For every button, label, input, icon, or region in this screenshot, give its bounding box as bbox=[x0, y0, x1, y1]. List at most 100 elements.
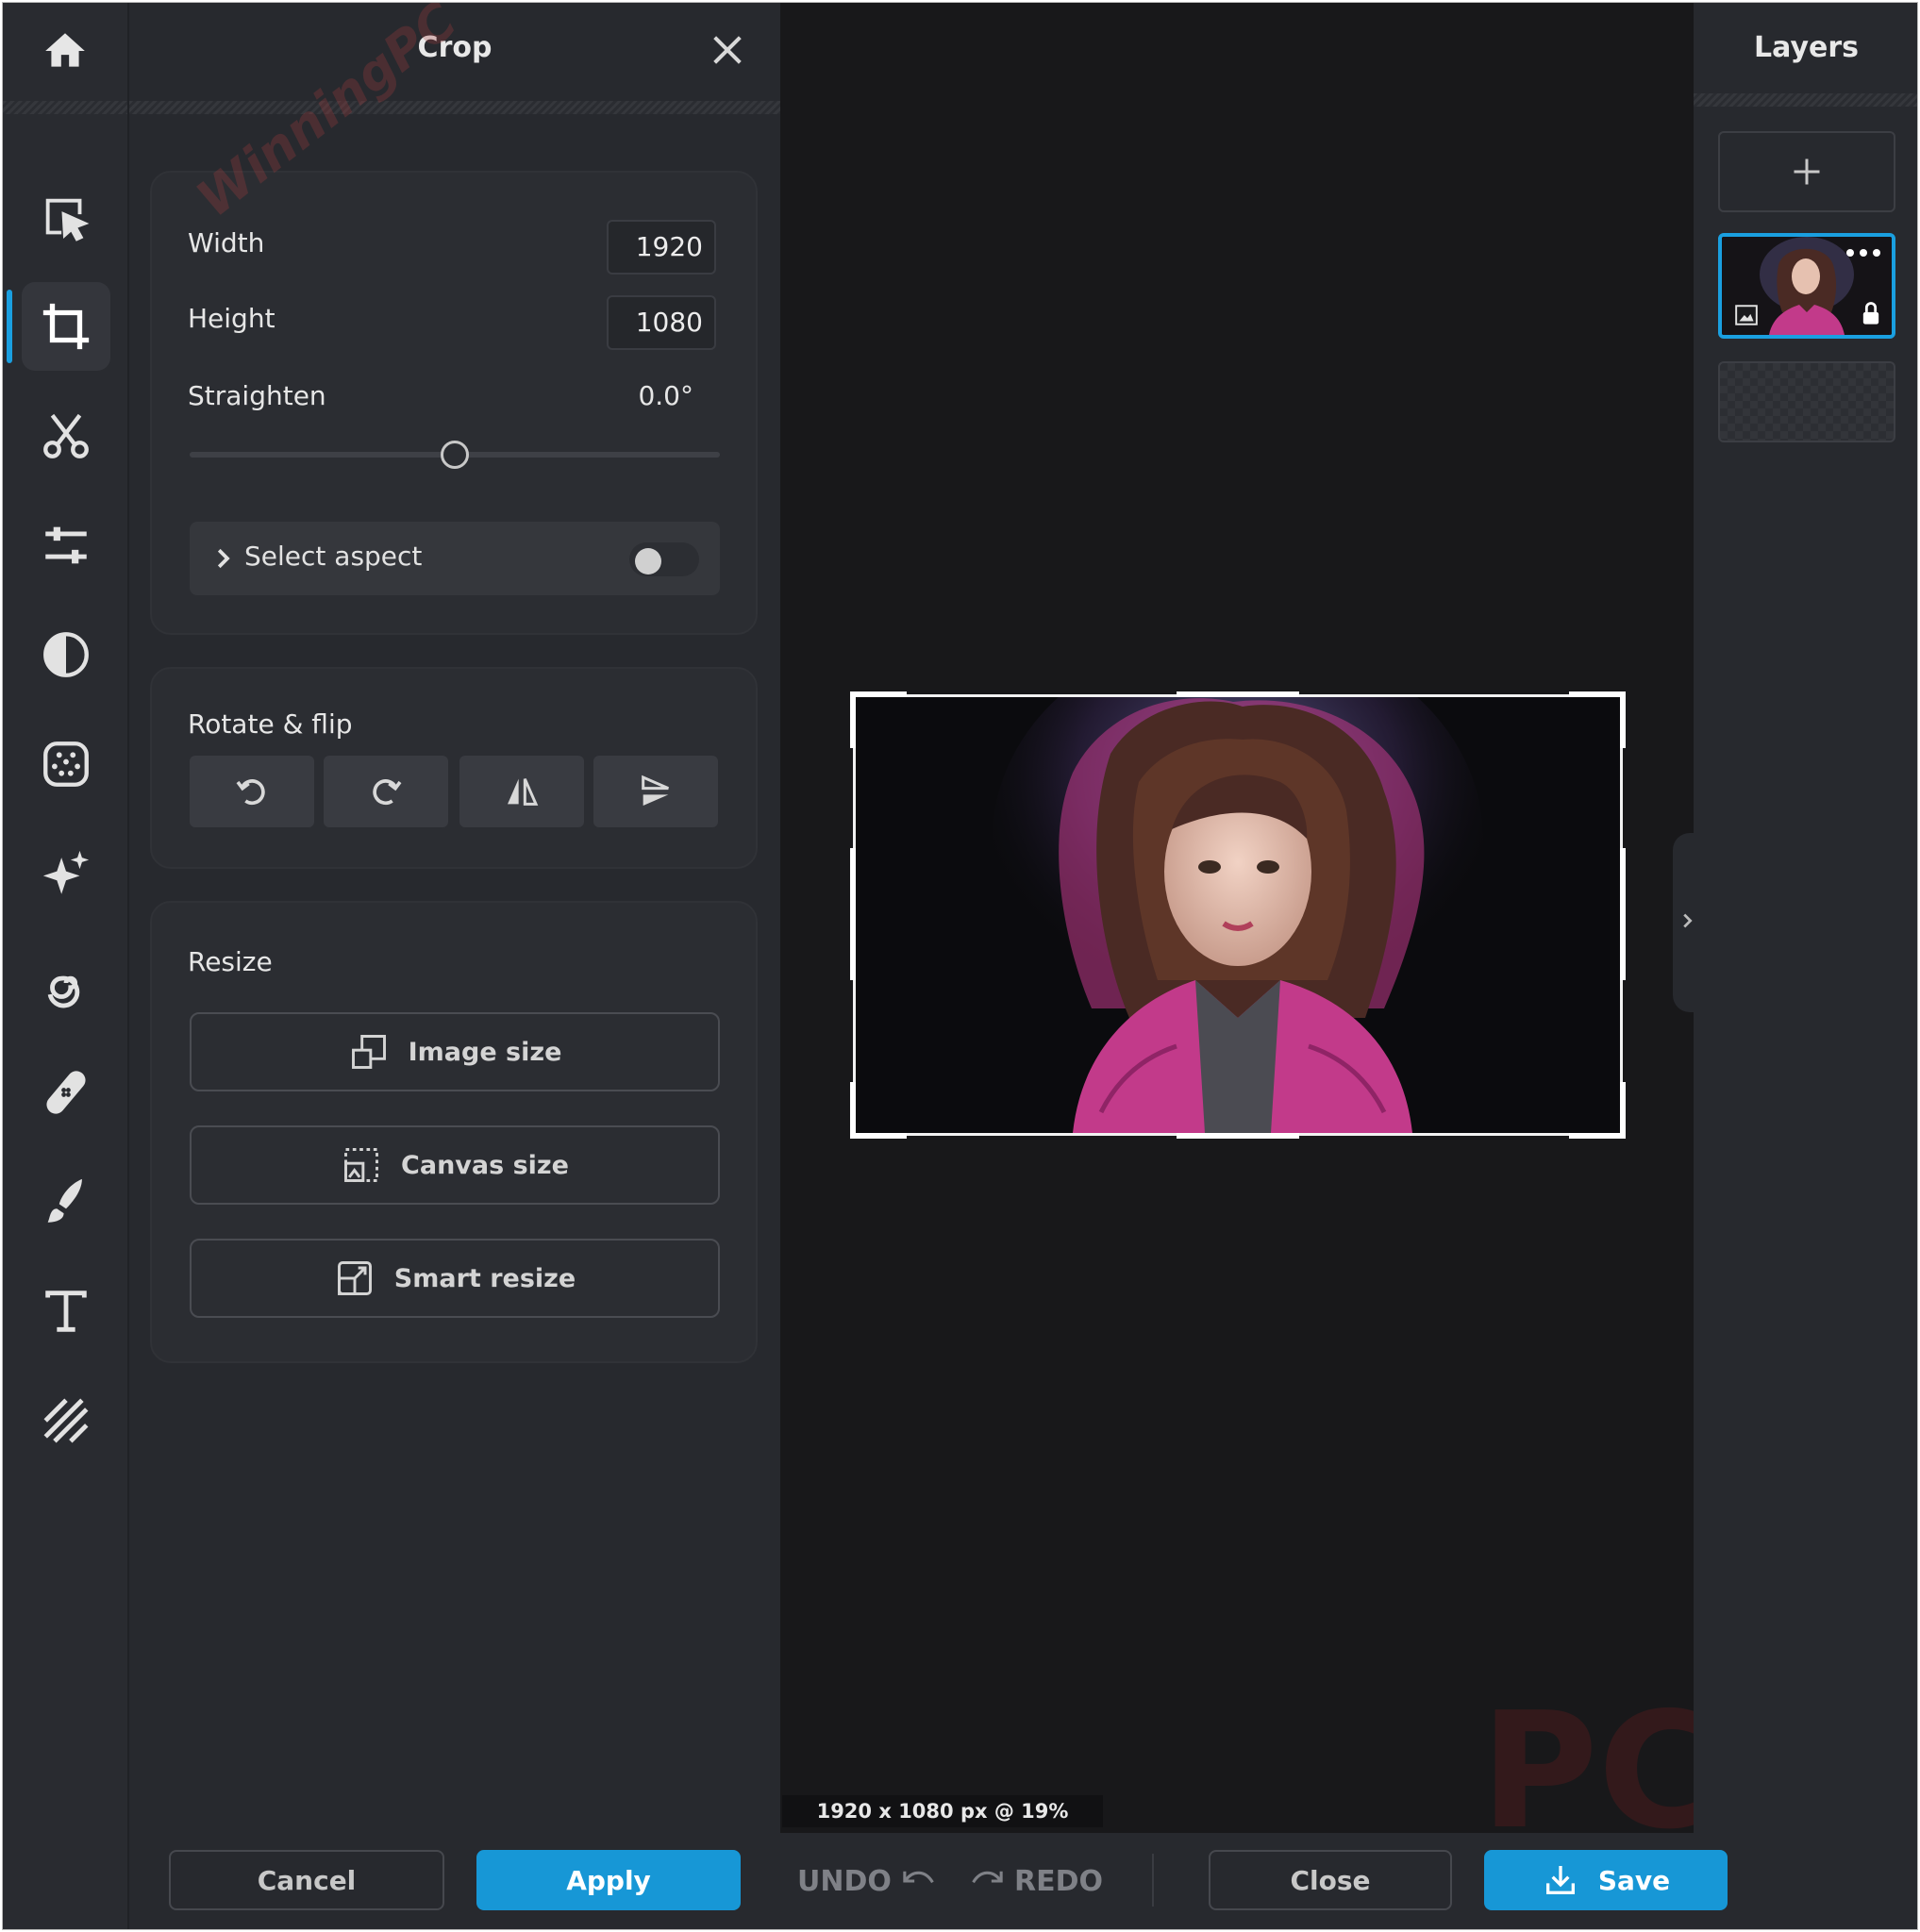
crop-handle-right[interactable] bbox=[1620, 848, 1626, 980]
filter-icon bbox=[43, 632, 89, 677]
canvas-size-readout: 1920 x 1080 px @ 19% bbox=[782, 1795, 1103, 1827]
canvas-area: 1920 x 1080 px @ 19% PC bbox=[780, 3, 1715, 1852]
tool-cutout[interactable] bbox=[22, 391, 110, 480]
crop-frame[interactable] bbox=[850, 691, 1626, 1139]
canvas-size-button[interactable]: Canvas size bbox=[190, 1125, 720, 1205]
layers-panel: Layers bbox=[1694, 3, 1917, 1929]
crop-handle-bottom-left[interactable] bbox=[850, 1133, 907, 1139]
tool-texture[interactable] bbox=[22, 1376, 110, 1465]
crop-panel-header: Crop bbox=[129, 3, 780, 99]
straighten-label: Straighten bbox=[188, 380, 326, 411]
crop-handle-bottom[interactable] bbox=[1177, 1133, 1299, 1139]
redo-button[interactable]: REDO bbox=[971, 1857, 1103, 1905]
image-size-icon bbox=[351, 1035, 386, 1069]
rotate-flip-card: Rotate & flip bbox=[150, 667, 758, 869]
crop-handle-left[interactable] bbox=[850, 848, 856, 980]
layers-divider bbox=[1694, 93, 1917, 107]
cancel-button[interactable]: Cancel bbox=[169, 1850, 444, 1910]
save-label: Save bbox=[1597, 1864, 1671, 1896]
effects-icon bbox=[43, 741, 89, 787]
footer-divider bbox=[1152, 1854, 1154, 1907]
straighten-value: 0.0° bbox=[638, 380, 693, 411]
download-icon bbox=[1545, 1866, 1575, 1894]
rail-divider bbox=[3, 101, 127, 114]
image-size-label: Image size bbox=[408, 1037, 562, 1067]
flip-vertical-button[interactable] bbox=[593, 756, 718, 827]
tool-effects[interactable] bbox=[22, 720, 110, 808]
chevron-right-icon bbox=[217, 548, 230, 569]
watermark-corner: PC bbox=[1480, 1678, 1716, 1865]
liquify-icon bbox=[47, 975, 80, 1008]
adjust-icon bbox=[45, 526, 87, 564]
text-icon bbox=[45, 1291, 87, 1332]
plus-icon bbox=[1794, 158, 1820, 185]
crop-icon bbox=[42, 303, 90, 350]
aspect-toggle-knob bbox=[635, 548, 661, 575]
aspect-toggle[interactable] bbox=[629, 542, 699, 576]
height-label: Height bbox=[188, 303, 275, 334]
image-layer-icon bbox=[1735, 305, 1758, 325]
photo-editor-window: Crop Width 1920 Height 1080 Straighten 0… bbox=[2, 2, 1918, 1930]
crop-handle-top-left[interactable] bbox=[850, 691, 907, 697]
retouch-icon bbox=[46, 1071, 86, 1114]
flip-horizontal-button[interactable] bbox=[459, 756, 584, 827]
smart-resize-label: Smart resize bbox=[393, 1263, 576, 1293]
tool-arrange[interactable] bbox=[22, 175, 110, 263]
layer-item-image[interactable] bbox=[1718, 233, 1895, 339]
crop-panel-title: Crop bbox=[417, 31, 493, 64]
smart-resize-button[interactable]: Smart resize bbox=[190, 1239, 720, 1318]
tool-text[interactable] bbox=[22, 1267, 110, 1356]
straighten-slider-thumb[interactable] bbox=[441, 441, 469, 469]
undo-label: UNDO bbox=[797, 1864, 892, 1898]
undo-icon bbox=[903, 1871, 934, 1884]
crop-handle-top[interactable] bbox=[1177, 691, 1299, 697]
draw-icon bbox=[47, 1178, 82, 1223]
panel-divider bbox=[129, 101, 780, 114]
rotate-right-button[interactable] bbox=[324, 756, 448, 827]
image-size-button[interactable]: Image size bbox=[190, 1012, 720, 1091]
height-input[interactable]: 1080 bbox=[607, 295, 716, 350]
crop-panel: Crop Width 1920 Height 1080 Straighten 0… bbox=[129, 3, 780, 1929]
cutout-icon bbox=[43, 413, 89, 458]
apply-button[interactable]: Apply bbox=[476, 1850, 741, 1910]
layers-title: Layers bbox=[1754, 31, 1859, 64]
tool-ai-tools[interactable] bbox=[22, 829, 110, 918]
tool-rail bbox=[3, 3, 129, 1929]
redo-label: REDO bbox=[1014, 1864, 1103, 1898]
smart-resize-icon bbox=[337, 1261, 372, 1295]
close-icon[interactable] bbox=[709, 31, 746, 69]
tool-crop[interactable] bbox=[7, 282, 110, 371]
resize-card: Resize Image size Canvas size Smart resi… bbox=[150, 901, 758, 1363]
tool-filter[interactable] bbox=[22, 610, 110, 699]
tool-liquify[interactable] bbox=[22, 939, 110, 1027]
tool-draw[interactable] bbox=[22, 1158, 110, 1246]
select-aspect-row[interactable]: Select aspect bbox=[190, 522, 720, 595]
rotate-right-icon bbox=[373, 779, 402, 806]
tool-retouch[interactable] bbox=[22, 1048, 110, 1137]
home-button[interactable] bbox=[3, 3, 127, 99]
width-label: Width bbox=[188, 227, 265, 258]
crop-handle-top-right-v[interactable] bbox=[1620, 691, 1626, 748]
crop-handle-bottom-right[interactable] bbox=[1569, 1133, 1626, 1139]
close-button[interactable]: Close bbox=[1209, 1850, 1452, 1910]
add-layer-button[interactable] bbox=[1718, 131, 1895, 212]
more-options-icon[interactable] bbox=[1845, 246, 1882, 259]
redo-icon bbox=[972, 1871, 1003, 1884]
rotate-flip-title: Rotate & flip bbox=[188, 708, 353, 740]
tool-adjust[interactable] bbox=[22, 501, 110, 590]
canvas-size-label: Canvas size bbox=[401, 1150, 569, 1180]
texture-icon bbox=[43, 1398, 89, 1443]
select-aspect-label: Select aspect bbox=[244, 541, 423, 572]
rotate-left-icon bbox=[236, 779, 265, 806]
save-button[interactable]: Save bbox=[1484, 1850, 1728, 1910]
lock-icon[interactable] bbox=[1858, 299, 1884, 327]
crop-handle-bottom-left-v[interactable] bbox=[850, 1082, 856, 1139]
canvas-size-icon bbox=[344, 1148, 379, 1182]
width-input[interactable]: 1920 bbox=[607, 220, 716, 275]
crop-handle-top-right[interactable] bbox=[1569, 691, 1626, 697]
crop-handle-top-left-v[interactable] bbox=[850, 691, 856, 748]
crop-handle-bottom-right-v[interactable] bbox=[1620, 1082, 1626, 1139]
rotate-left-button[interactable] bbox=[190, 756, 314, 827]
layer-item-background[interactable] bbox=[1718, 361, 1895, 442]
undo-button[interactable]: UNDO bbox=[797, 1857, 935, 1905]
